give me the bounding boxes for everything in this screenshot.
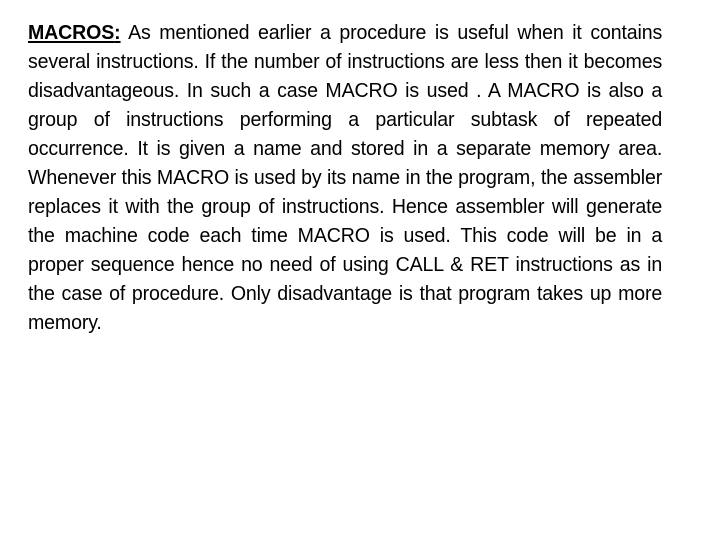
text-content-block: MACROS: As mentioned earlier a procedure… (28, 18, 692, 366)
macros-body-text: As mentioned earlier a procedure is usef… (28, 21, 663, 334)
slide-canvas: MACROS: As mentioned earlier a procedure… (0, 0, 720, 540)
macros-paragraph: MACROS: As mentioned earlier a procedure… (28, 18, 662, 366)
macros-term-label: MACROS (28, 21, 115, 44)
macros-term-heading: MACROS: (28, 21, 121, 44)
